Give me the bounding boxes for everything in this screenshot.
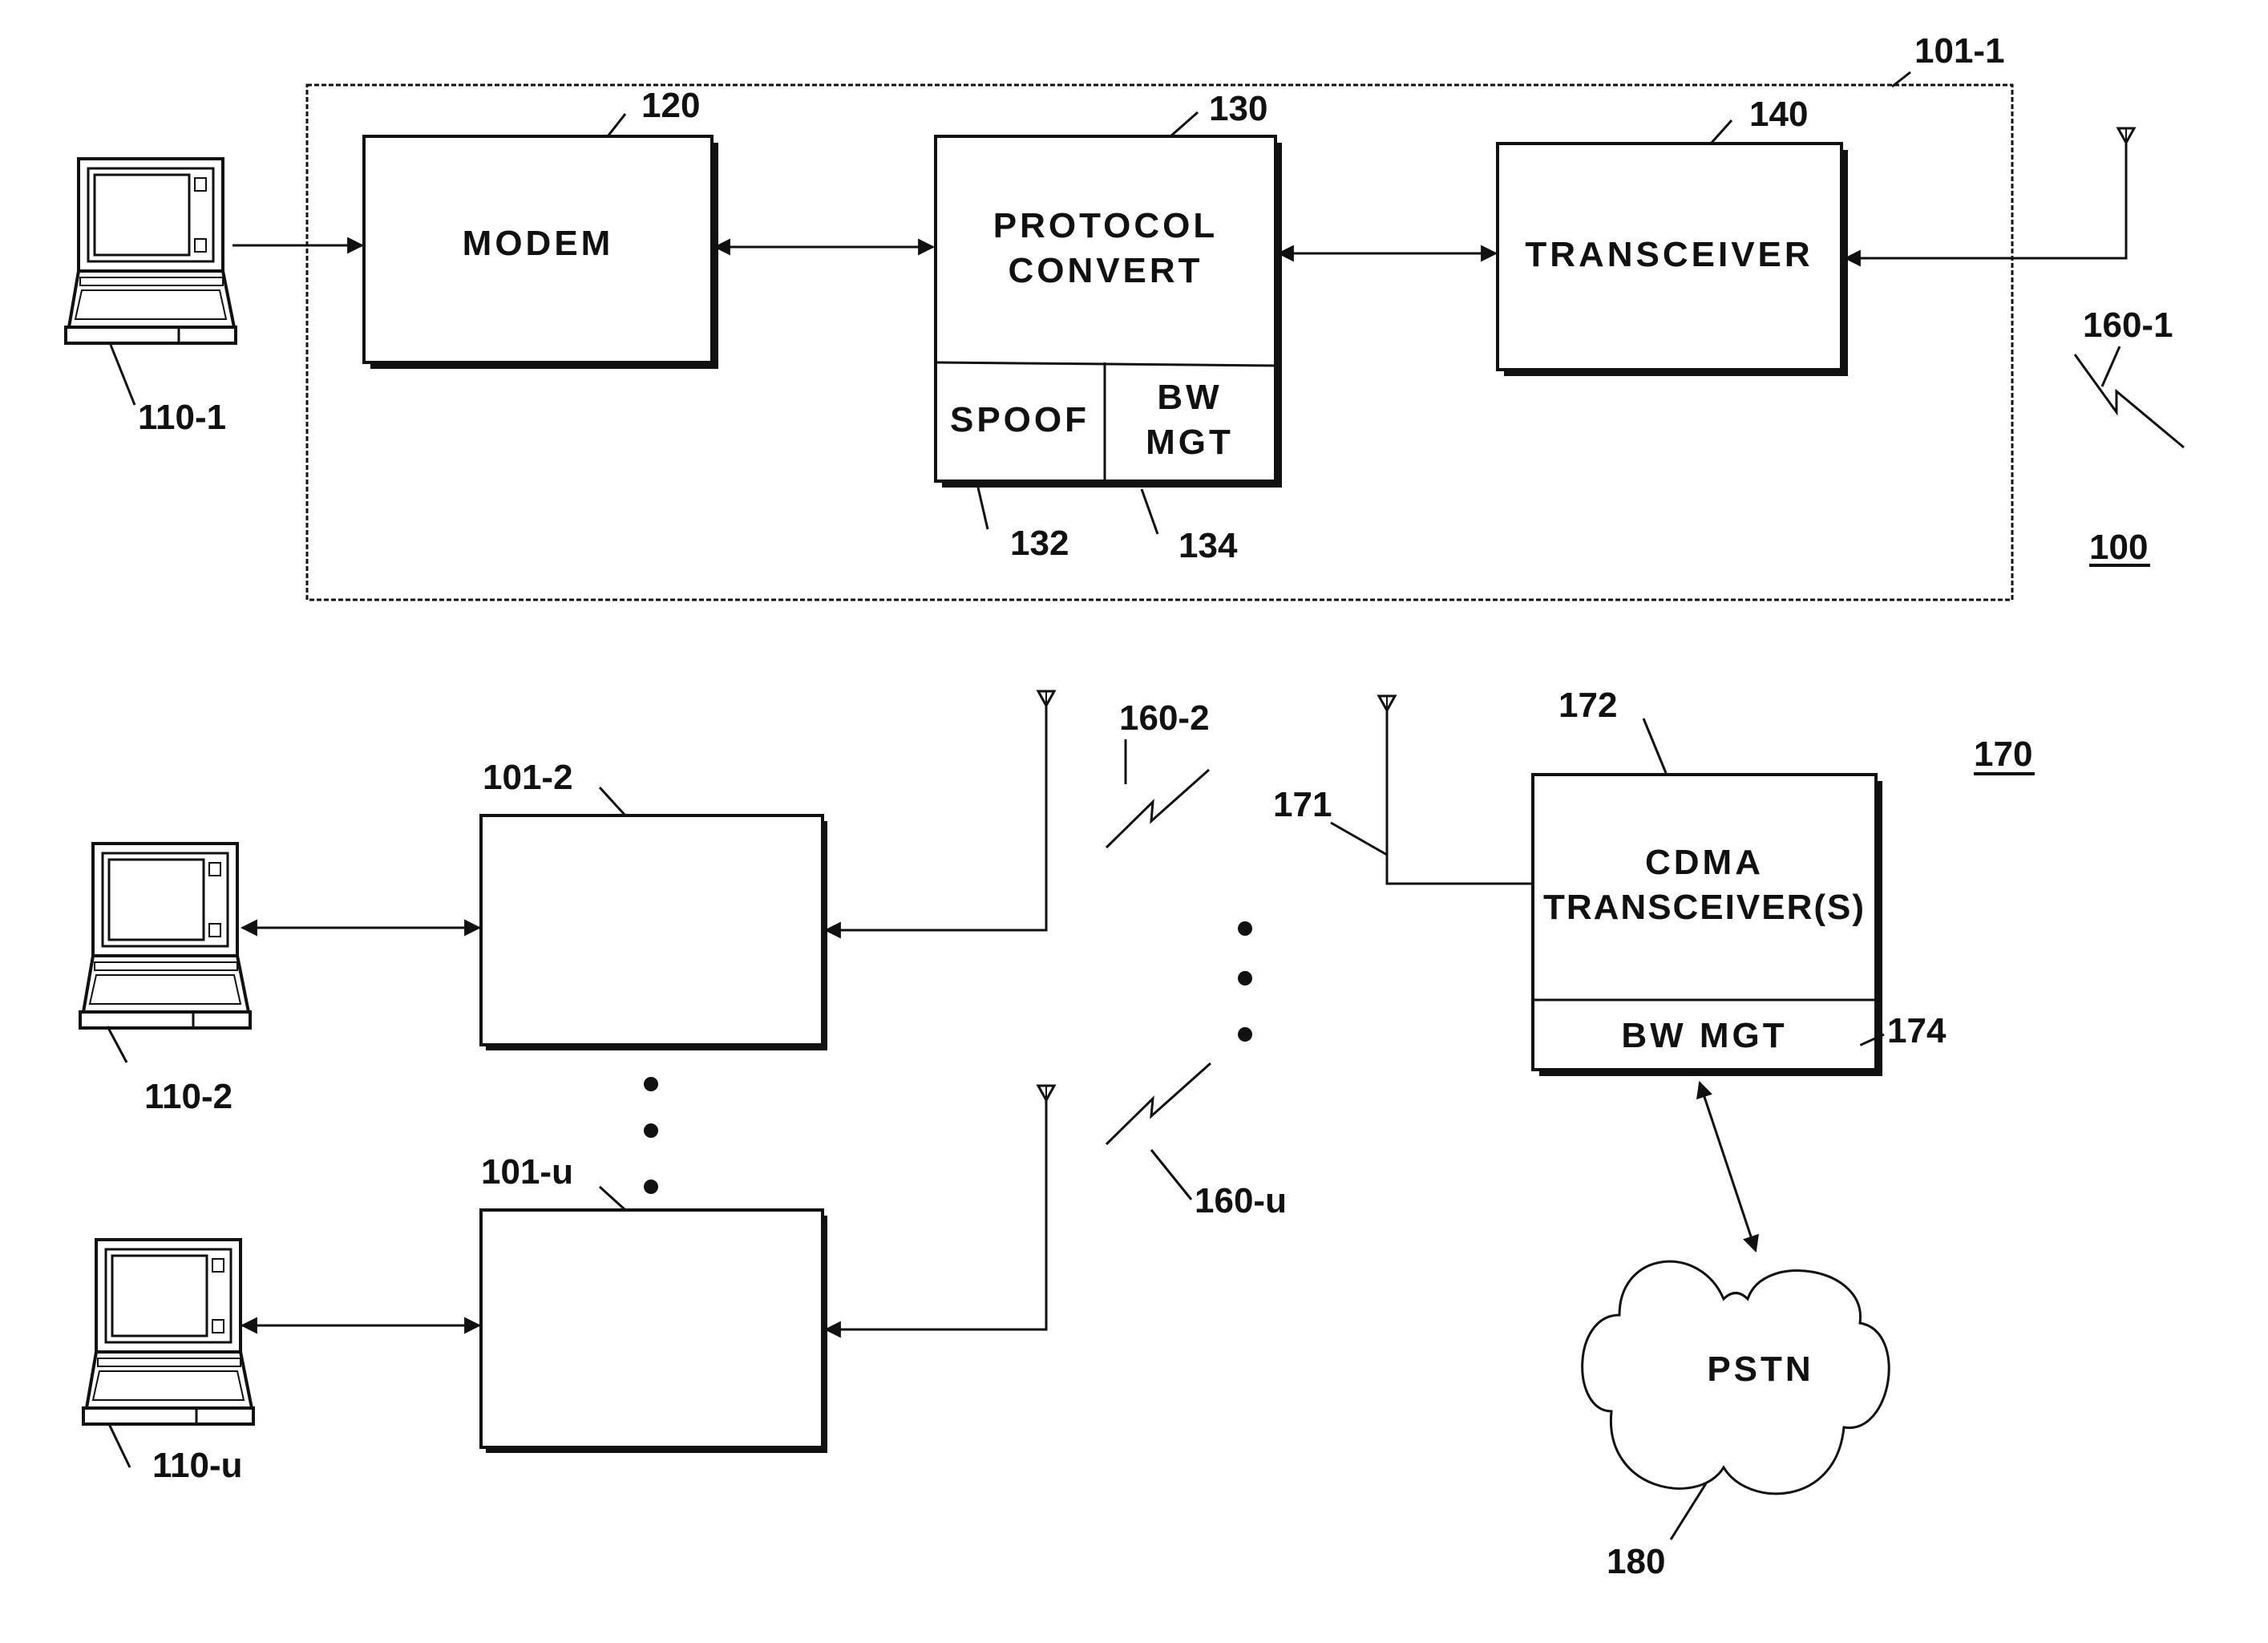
laptop-2-ref: 110-2 — [144, 1077, 232, 1116]
base-station-antenna-feed — [1385, 710, 1533, 885]
antenna-171-ref: 171 — [1273, 785, 1332, 824]
antenna-u-feed — [823, 1100, 1048, 1338]
wireless-link-1-leader — [2100, 346, 2121, 387]
bw-mgt-174-ref: 174 — [1887, 1011, 1947, 1050]
protocol-convert-leader — [1170, 111, 1199, 138]
modem-leader — [606, 113, 627, 137]
modem-ref: 120 — [641, 86, 700, 125]
cdma-label-line1: CDMA — [1645, 843, 1764, 882]
laptop-1-leader — [109, 344, 136, 406]
transceiver-leader — [1709, 119, 1733, 145]
bw-mgt-134-label-line2: MGT — [1146, 423, 1234, 462]
pstn-label: PSTN — [1707, 1350, 1813, 1389]
wireless-link-1-icon — [2073, 354, 2185, 449]
subscriber-unit-u-leader — [598, 1185, 627, 1212]
spoof-leader — [976, 487, 989, 530]
wireless-link-1-ref: 160-1 — [2083, 306, 2173, 345]
spoof-ref: 132 — [1010, 524, 1069, 563]
bw-mgt-134-ref: 134 — [1178, 526, 1238, 565]
cdma-label-line2: TRANSCEIVER(S) — [1543, 888, 1866, 927]
subscriber-unit-1-leader — [1891, 71, 1911, 88]
pstn-ref: 180 — [1607, 1542, 1665, 1581]
ellipsis-dot — [644, 1180, 658, 1194]
transceiver-ref: 140 — [1749, 95, 1808, 134]
diagram-canvas: 100 101-1 110-1 MODEM 120 PROTOCOL CONVE… — [0, 0, 2268, 1643]
laptop-2-leader — [106, 1026, 128, 1063]
ellipsis-dot — [1238, 971, 1252, 985]
laptop-u-icon — [82, 1238, 255, 1426]
protocol-convert-label-line1: PROTOCOL — [993, 206, 1219, 245]
antenna-2-feed — [823, 706, 1048, 939]
laptop-1-ref: 110-1 — [138, 398, 226, 437]
bw-mgt-134-label-line1: BW — [1157, 378, 1222, 417]
base-station-antenna-icon — [1377, 694, 1397, 712]
subscriber-unit-u-ref: 101-u — [481, 1152, 573, 1192]
pstn-leader — [1669, 1483, 1708, 1540]
transceiver-label: TRANSCEIVER — [1525, 235, 1813, 274]
laptop-u-leader — [107, 1423, 131, 1468]
cdma-ref: 172 — [1558, 686, 1617, 725]
bw-mgt-134-leader — [1140, 488, 1159, 535]
subscriber-unit-1-ref: 101-1 — [1914, 31, 2005, 71]
subscriber-unit-2-ref: 101-2 — [483, 758, 573, 797]
wireless-link-u-leader — [1150, 1149, 1193, 1200]
bw-mgt-174-label: BW MGT — [1621, 1016, 1787, 1055]
spoof-label: SPOOF — [950, 400, 1090, 439]
wireless-link-u-ref: 160-u — [1195, 1181, 1287, 1220]
subscriber-unit-2-leader — [598, 786, 627, 817]
cdma-leader — [1642, 718, 1668, 774]
subscriber-unit-2-block — [479, 814, 824, 1046]
subscriber-unit-u-block — [479, 1208, 824, 1449]
ellipsis-dot — [1238, 1027, 1252, 1042]
modem-label: MODEM — [463, 224, 614, 263]
antenna-1-feed — [1843, 143, 2128, 267]
protocol-convert-label-line2: CONVERT — [1008, 251, 1203, 290]
wireless-link-u-icon — [1105, 1062, 1211, 1146]
base-station-to-pstn-link — [1696, 1081, 1759, 1252]
laptop-u-ref: 110-u — [152, 1446, 243, 1485]
antenna-171-leader — [1330, 821, 1388, 856]
antenna-1-icon — [2116, 127, 2136, 144]
wireless-link-2-icon — [1105, 768, 1210, 849]
protocol-convert-ref: 130 — [1209, 89, 1267, 128]
antenna-2-icon — [1037, 690, 1056, 707]
ellipsis-dot — [1238, 921, 1252, 936]
laptop-1-icon — [64, 157, 237, 345]
antenna-u-icon — [1037, 1084, 1056, 1102]
figure-ref: 100 — [2089, 528, 2148, 567]
laptop-2-icon — [79, 842, 252, 1030]
ellipsis-dot — [644, 1077, 658, 1091]
ellipsis-dot — [644, 1123, 658, 1138]
wireless-link-2-ref: 160-2 — [1119, 698, 1210, 738]
base-station-ref: 170 — [1974, 734, 2032, 774]
